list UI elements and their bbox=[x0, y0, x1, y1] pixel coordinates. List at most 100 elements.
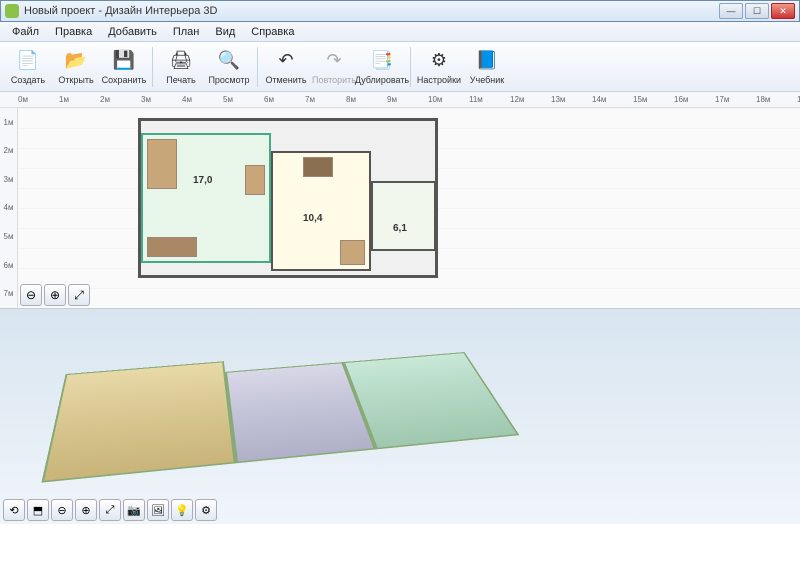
ruler-tick: 12м bbox=[510, 95, 551, 104]
ruler-tick: 2м bbox=[100, 95, 141, 104]
повторить-icon: ↷ bbox=[322, 49, 346, 73]
toolbar-separator bbox=[410, 47, 411, 87]
zoom-fit-button[interactable]: ⤢ bbox=[68, 284, 90, 306]
ruler-tick: 1м bbox=[59, 95, 100, 104]
ruler-tick: 2м bbox=[4, 146, 14, 155]
toolbar-сохранить[interactable]: 💾 Сохранить bbox=[100, 44, 148, 90]
toolbar-создать[interactable]: 📄 Создать bbox=[4, 44, 52, 90]
menu-view[interactable]: Вид bbox=[207, 24, 243, 40]
toolbar-отменить[interactable]: ↶Отменить bbox=[262, 44, 310, 90]
window-title: Новый проект - Дизайн Интерьера 3D bbox=[24, 5, 719, 17]
открыть-icon: 📂 bbox=[64, 49, 88, 73]
rotate-button[interactable]: ⟲ bbox=[3, 499, 25, 521]
camera-button[interactable]: 📷 bbox=[123, 499, 145, 521]
menu-edit[interactable]: Правка bbox=[47, 24, 100, 40]
zoom-in-3d-button[interactable]: ⊕ bbox=[75, 499, 97, 521]
toolbar-label: Дублировать bbox=[355, 75, 409, 85]
toolbar-label: Повторить bbox=[312, 75, 356, 85]
ruler-tick: 6м bbox=[4, 261, 14, 270]
view-3d[interactable]: ⟲ ⬒ ⊖ ⊕ ⤢ 📷 🖼 💡 ⚙ Прозрачные стены 🎥 Вир… bbox=[0, 308, 800, 524]
печать-icon: 🖨 bbox=[169, 49, 193, 73]
settings-3d-button[interactable]: ⚙ bbox=[195, 499, 217, 521]
plan-2d-row: 1м 2м 3м 4м 5м 6м 7м 17,0 10,4 6,1 bbox=[0, 108, 800, 308]
ruler-tick: 15м bbox=[633, 95, 674, 104]
просмотр-icon: 🔍 bbox=[217, 49, 241, 73]
room-3[interactable]: 6,1 bbox=[371, 181, 436, 251]
ruler-tick: 4м bbox=[4, 203, 14, 212]
maximize-button[interactable]: ☐ bbox=[745, 3, 769, 19]
toolbar-просмотр[interactable]: 🔍 Просмотр bbox=[205, 44, 253, 90]
ruler-tick: 3м bbox=[4, 175, 14, 184]
ruler-tick: 3м bbox=[141, 95, 182, 104]
toolbar: 📄 Создать 📂Открыть 💾 Сохранить 🖨Печать 🔍 Просмо… bbox=[0, 42, 800, 92]
snapshot-button[interactable]: 🖼 bbox=[147, 499, 169, 521]
light-button[interactable]: 💡 bbox=[171, 499, 193, 521]
toolbar-label: Просмотр bbox=[208, 75, 249, 85]
toolbar-открыть[interactable]: 📂Открыть bbox=[52, 44, 100, 90]
ruler-tick: 8м bbox=[346, 95, 387, 104]
furniture-item[interactable] bbox=[147, 139, 177, 189]
toolbar-печать[interactable]: 🖨Печать bbox=[157, 44, 205, 90]
furniture-item[interactable] bbox=[147, 237, 197, 257]
toolbar-дублировать[interactable]: 📑 Дублировать bbox=[358, 44, 406, 90]
ruler-tick: 4м bbox=[182, 95, 223, 104]
сохранить-icon: 💾 bbox=[112, 49, 136, 73]
zoom-fit-3d-button[interactable]: ⤢ bbox=[99, 499, 121, 521]
ruler-tick: 0м bbox=[18, 95, 59, 104]
iso-room-1 bbox=[41, 361, 235, 482]
ruler-tick: 7м bbox=[4, 289, 14, 298]
ruler-tick: 18м bbox=[756, 95, 797, 104]
app-icon bbox=[5, 4, 19, 18]
window-controls: — ☐ ✕ bbox=[719, 3, 795, 19]
toolbar-label: Учебник bbox=[470, 75, 504, 85]
ruler-tick: 17м bbox=[715, 95, 756, 104]
zoom-out-button[interactable]: ⊖ bbox=[20, 284, 42, 306]
menu-file[interactable]: Файл bbox=[4, 24, 47, 40]
room-3-area: 6,1 bbox=[393, 223, 407, 234]
plan-2d-canvas[interactable]: 17,0 10,4 6,1 ⊖ ⊕ bbox=[18, 108, 800, 308]
room-1[interactable]: 17,0 bbox=[141, 133, 271, 263]
zoom-out-3d-button[interactable]: ⊖ bbox=[51, 499, 73, 521]
toolbar-label: Создать bbox=[11, 75, 45, 85]
настройки-icon: ⚙ bbox=[427, 49, 451, 73]
titlebar: Новый проект - Дизайн Интерьера 3D — ☐ ✕ bbox=[0, 0, 800, 22]
ruler-tick: 7м bbox=[305, 95, 346, 104]
ruler-tick: 6м bbox=[264, 95, 305, 104]
toolbar-настройки[interactable]: ⚙Настройки bbox=[415, 44, 463, 90]
view-top-button[interactable]: ⬒ bbox=[27, 499, 49, 521]
дублировать-icon: 📑 bbox=[370, 49, 394, 73]
room-2-area: 10,4 bbox=[303, 213, 322, 224]
room-2[interactable]: 10,4 bbox=[271, 151, 371, 271]
ruler-tick: 16м bbox=[674, 95, 715, 104]
ruler-tick: 5м bbox=[223, 95, 264, 104]
canvas-area: 0м1м2м3м4м5м6м7м8м9м10м11м12м13м14м15м16… bbox=[0, 92, 800, 524]
menubar: Файл Правка Добавить План Вид Справка bbox=[0, 22, 800, 42]
ruler-tick: 14м bbox=[592, 95, 633, 104]
toolbar-separator bbox=[152, 47, 153, 87]
toolbar-separator bbox=[257, 47, 258, 87]
ruler-tick: 11м bbox=[469, 95, 510, 104]
ruler-tick: 1м bbox=[4, 118, 14, 127]
toolbar-label: Отменить bbox=[265, 75, 306, 85]
plan-zoom-tools: ⊖ ⊕ ⤢ bbox=[20, 284, 90, 306]
toolbar-label: Сохранить bbox=[102, 75, 147, 85]
menu-help[interactable]: Справка bbox=[243, 24, 302, 40]
furniture-item[interactable] bbox=[303, 157, 333, 177]
учебник-icon: 📘 bbox=[475, 49, 499, 73]
toolbar-повторить[interactable]: ↷ Повторить bbox=[310, 44, 358, 90]
ruler-tick: 5м bbox=[4, 232, 14, 241]
ruler-vertical: 1м 2м 3м 4м 5м 6м 7м bbox=[0, 108, 18, 308]
close-button[interactable]: ✕ bbox=[771, 3, 795, 19]
menu-add[interactable]: Добавить bbox=[100, 24, 165, 40]
view3d-tools: ⟲ ⬒ ⊖ ⊕ ⤢ 📷 🖼 💡 ⚙ bbox=[3, 499, 217, 521]
создать-icon: 📄 bbox=[16, 49, 40, 73]
menu-plan[interactable]: План bbox=[165, 24, 208, 40]
toolbar-учебник[interactable]: 📘 Учебник bbox=[463, 44, 511, 90]
ruler-tick: 9м bbox=[387, 95, 428, 104]
furniture-item[interactable] bbox=[245, 165, 265, 195]
minimize-button[interactable]: — bbox=[719, 3, 743, 19]
furniture-item[interactable] bbox=[340, 240, 365, 265]
ruler-tick: 10м bbox=[428, 95, 469, 104]
zoom-in-button[interactable]: ⊕ bbox=[44, 284, 66, 306]
floorplan: 17,0 10,4 6,1 bbox=[138, 118, 438, 278]
